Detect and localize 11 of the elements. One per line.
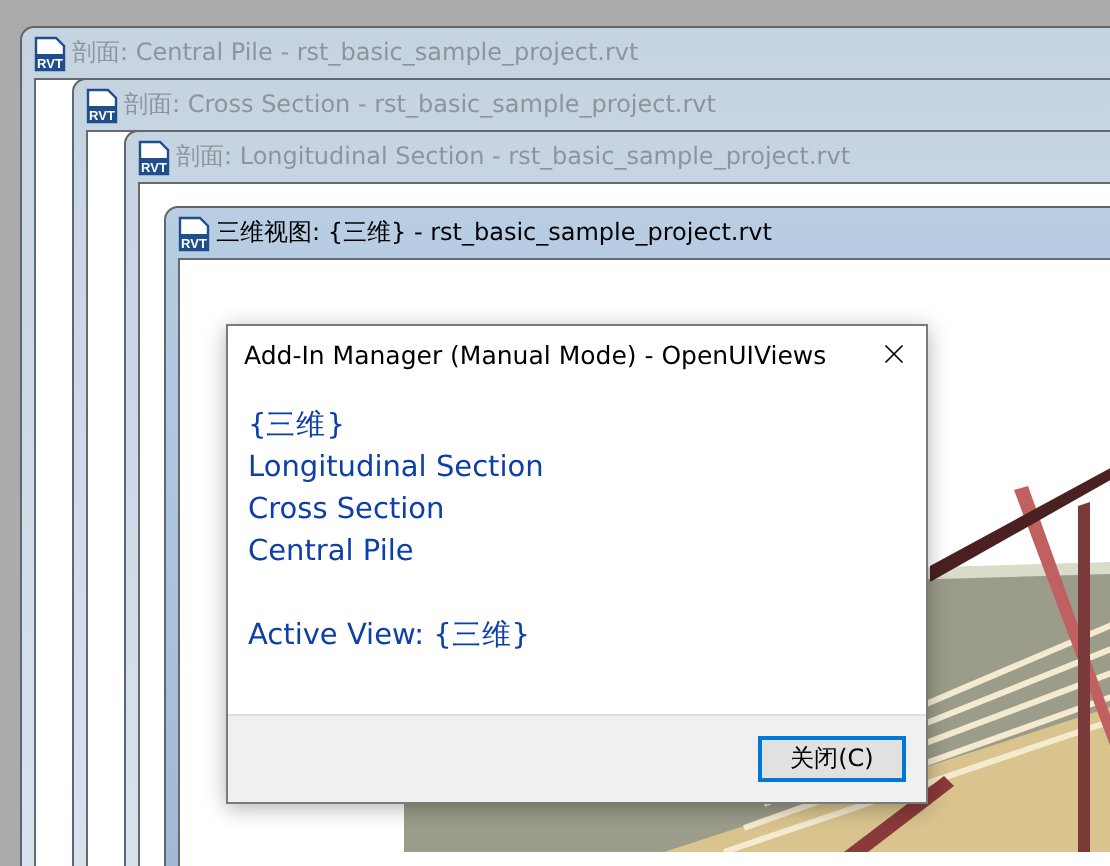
view-name: Longitudinal Section <box>248 450 544 488</box>
window-title: 剖面: Longitudinal Section - rst_basic_sample_project.rvt <box>176 140 851 174</box>
close-button[interactable]: 关闭(C) <box>758 736 906 782</box>
window-title: 剖面: Cross Section - rst_basic_sample_project.rvt <box>124 88 716 122</box>
view-name: Cross Section <box>248 492 445 530</box>
view-name: Central Pile <box>248 534 414 572</box>
window-title: 剖面: Central Pile - rst_basic_sample_project.rvt <box>72 36 639 70</box>
window-title: 三维视图: {三维} - rst_basic_sample_project.rvt <box>216 216 772 250</box>
view-name: {三维} <box>248 407 345 446</box>
active-view-text: Active View: {三维} <box>248 617 531 656</box>
dialog-title: Add-In Manager (Manual Mode) - OpenUIViews <box>244 339 827 369</box>
